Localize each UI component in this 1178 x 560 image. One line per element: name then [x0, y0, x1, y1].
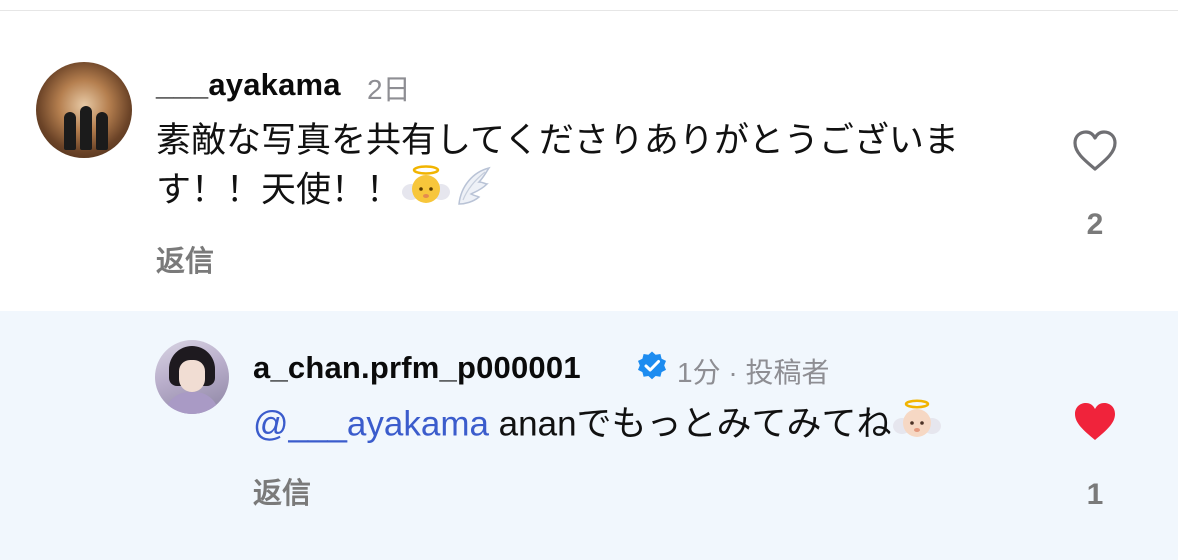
- comment-timestamp: 1分 · 投稿者: [677, 357, 830, 388]
- verified-badge-icon: [636, 350, 668, 382]
- like-count: 1: [1086, 478, 1104, 511]
- reply-button[interactable]: 返信: [253, 470, 311, 512]
- like-count: 2: [1086, 208, 1104, 241]
- mention-link[interactable]: @___ayakama: [253, 404, 489, 443]
- avatar[interactable]: [36, 62, 132, 158]
- comment-text: @___ayakama ananでもっとみてみてね: [253, 398, 942, 454]
- comment-username[interactable]: a_chan.prfm_p000001: [253, 350, 581, 386]
- angel-baby-emoji: [892, 398, 942, 454]
- comment-timestamp: 2日: [367, 74, 411, 105]
- comment-text-content: ananでもっとみてみてね: [488, 404, 892, 444]
- comment-text-content: 素敵な写真を共有してくださりありがとうございます！！天使！！: [156, 121, 959, 210]
- heart-outline-icon[interactable]: [1071, 127, 1119, 175]
- comment-text: 素敵な写真を共有してくださりありがとうございます！！天使！！: [156, 118, 1016, 220]
- comment-username[interactable]: ___ayakama: [156, 67, 341, 103]
- reply-button[interactable]: 返信: [156, 238, 214, 280]
- avatar[interactable]: [155, 340, 229, 414]
- angel-baby-emoji: [401, 164, 451, 220]
- heart-filled-icon[interactable]: [1071, 398, 1119, 444]
- wing-emoji: [451, 164, 495, 220]
